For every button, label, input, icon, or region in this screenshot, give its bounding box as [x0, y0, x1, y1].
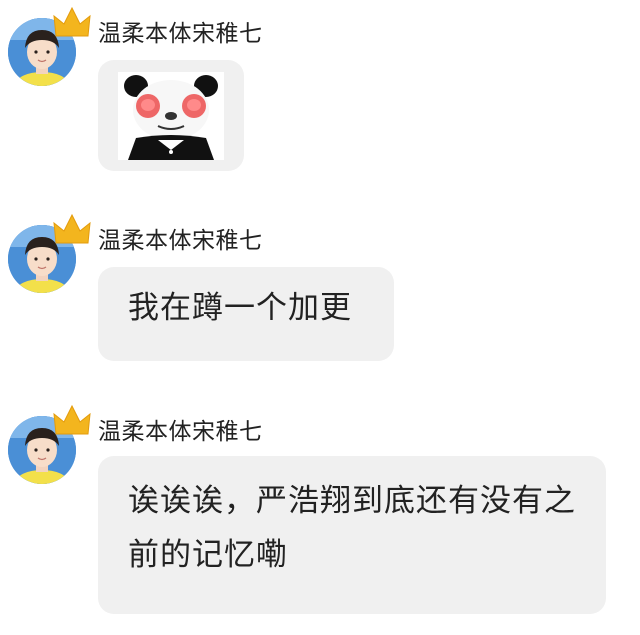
chat-message: 温柔本体宋稚七 诶诶诶，严浩翔到底还有没有之前的记忆嘞	[0, 398, 640, 635]
crown-icon	[52, 6, 92, 40]
sender-avatar-group[interactable]	[8, 404, 96, 484]
crown-icon	[52, 404, 92, 438]
sender-name[interactable]: 温柔本体宋稚七	[98, 20, 263, 48]
message-text: 我在蹲一个加更	[128, 290, 352, 326]
sender-name[interactable]: 温柔本体宋稚七	[98, 418, 263, 446]
message-bubble[interactable]: 诶诶诶，严浩翔到底还有没有之前的记忆嘞	[98, 456, 606, 614]
message-bubble[interactable]: 我在蹲一个加更	[98, 267, 394, 361]
sticker-bubble[interactable]	[98, 60, 244, 171]
sender-avatar-group[interactable]	[8, 213, 96, 293]
message-text: 诶诶诶，严浩翔到底还有没有之前的记忆嘞	[128, 483, 576, 573]
sender-name[interactable]: 温柔本体宋稚七	[98, 227, 263, 255]
sender-avatar-group[interactable]	[8, 6, 96, 86]
chat-message: 温柔本体宋稚七	[0, 0, 640, 180]
chat-message: 温柔本体宋稚七 我在蹲一个加更	[0, 205, 640, 370]
crown-icon	[52, 213, 92, 247]
panda-meme-sticker[interactable]	[118, 72, 224, 160]
